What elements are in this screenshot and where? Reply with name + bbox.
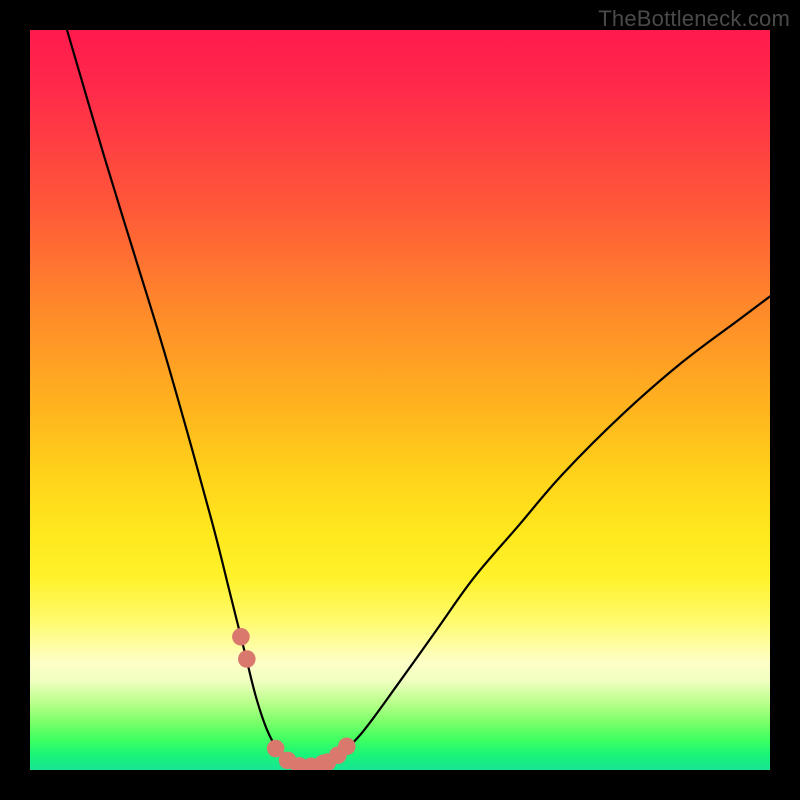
bottleneck-curve <box>67 30 770 767</box>
marker-group <box>232 628 355 770</box>
curve-marker <box>338 738 356 756</box>
plot-area <box>30 30 770 770</box>
curve-marker <box>238 650 256 668</box>
curve-marker <box>232 628 250 646</box>
watermark-text: TheBottleneck.com <box>598 6 790 32</box>
chart-frame: TheBottleneck.com <box>0 0 800 800</box>
curve-layer <box>30 30 770 770</box>
